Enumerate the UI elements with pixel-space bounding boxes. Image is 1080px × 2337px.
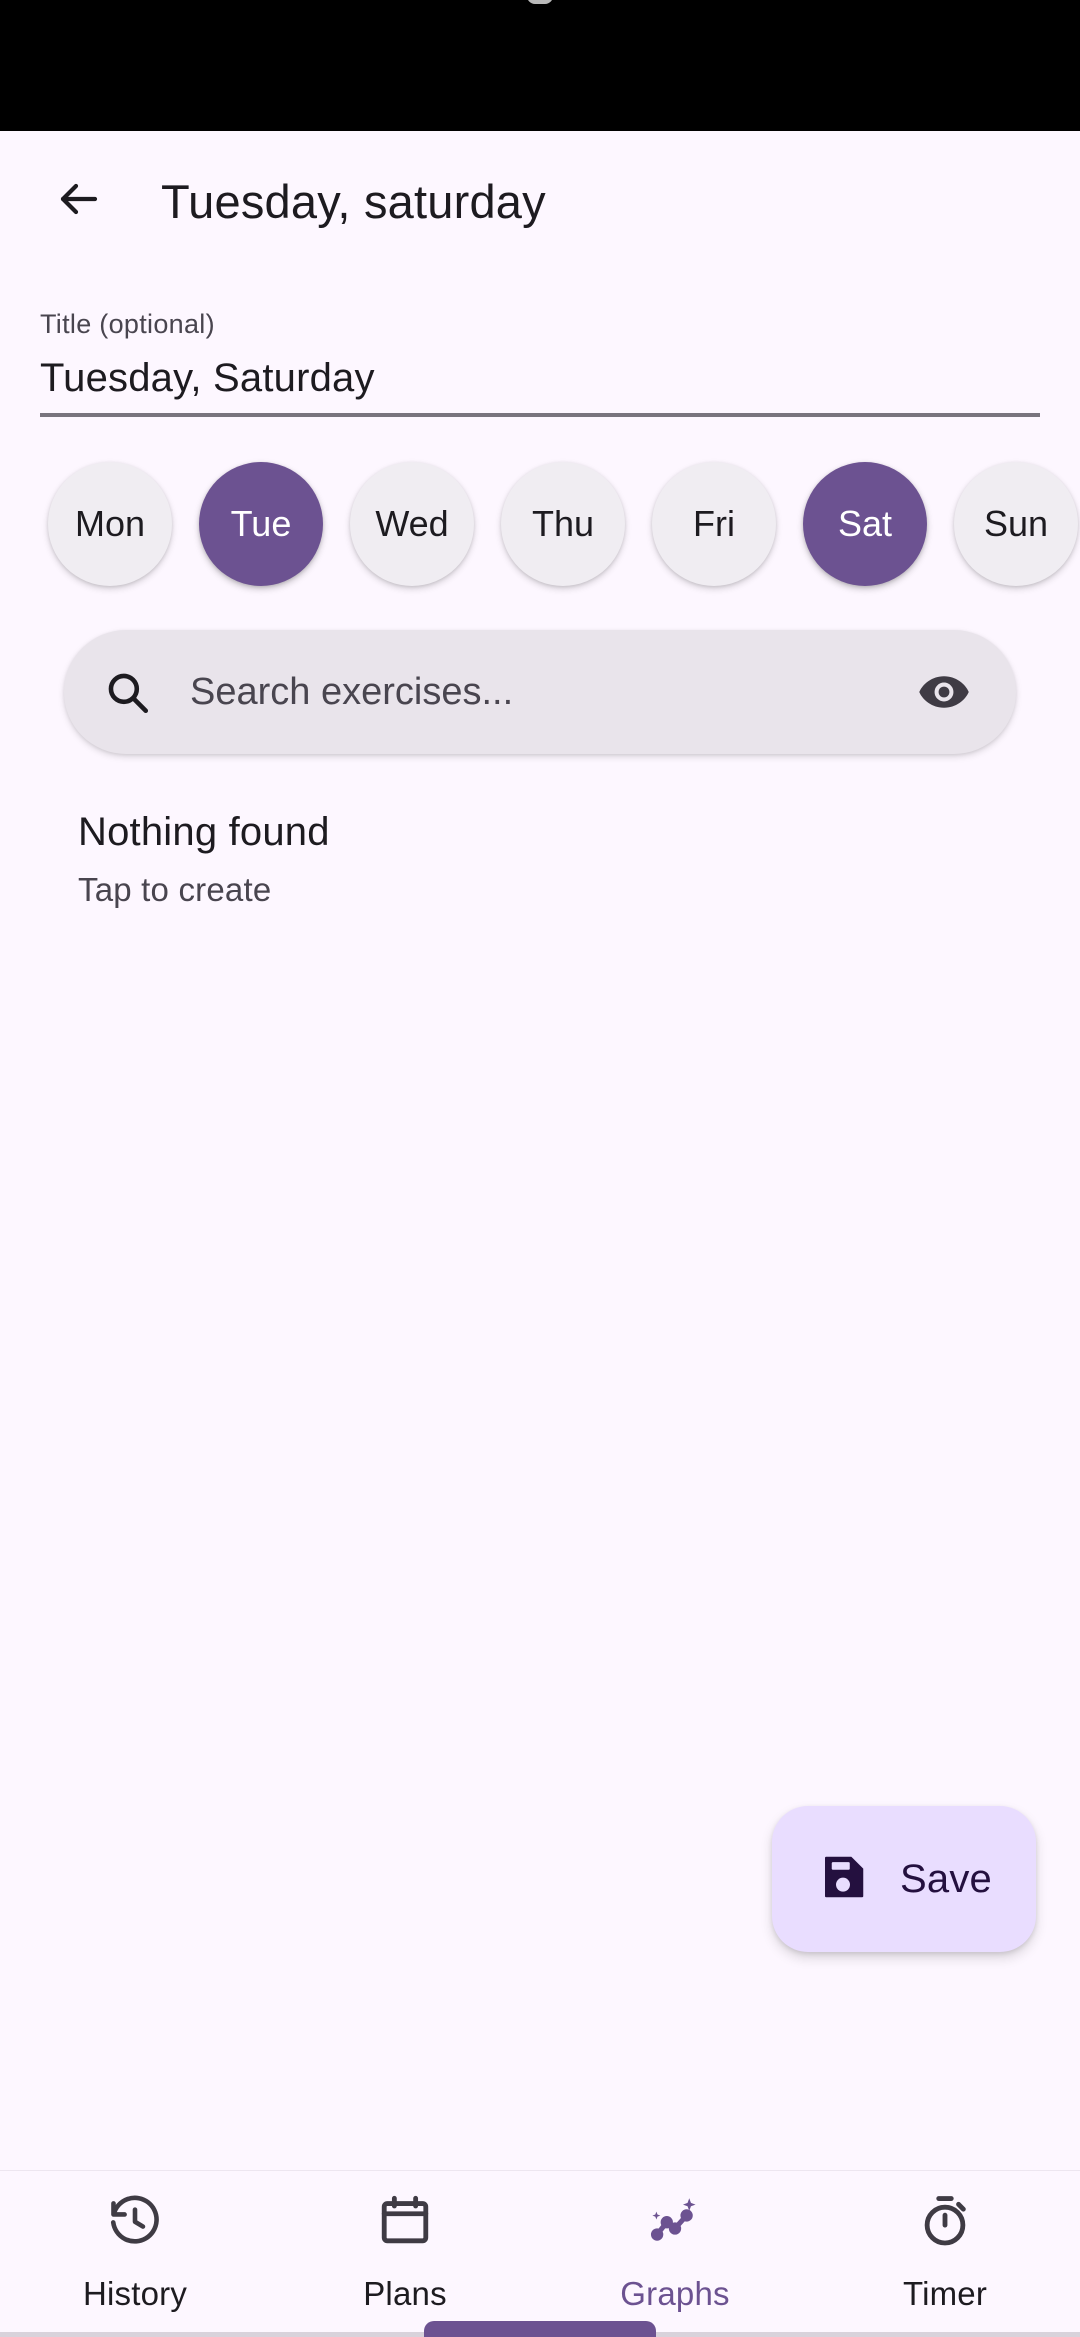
day-chip-wed[interactable]: Wed [350, 462, 474, 586]
bottom-navigation: History Plans Graphs Timer [0, 2170, 1080, 2337]
search-input[interactable] [190, 670, 912, 714]
save-button[interactable]: Save [772, 1806, 1036, 1952]
stopwatch-icon [915, 2191, 975, 2251]
camera-cutout-icon [527, 0, 553, 4]
nav-item-history[interactable]: History [0, 2171, 270, 2337]
app-bar: Tuesday, saturday [0, 131, 1080, 271]
search-icon [102, 667, 152, 717]
eye-icon[interactable] [912, 660, 976, 724]
nav-item-timer[interactable]: Timer [810, 2171, 1080, 2337]
day-chip-label: Mon [74, 503, 146, 544]
search-bar[interactable] [64, 630, 1016, 754]
nav-label-history: History [82, 2275, 188, 2312]
calendar-icon [375, 2191, 435, 2251]
search-section [0, 586, 1080, 754]
title-text-field[interactable]: Title (optional) Tuesday, Saturday [40, 309, 1040, 417]
day-chip-label: Wed [375, 503, 449, 544]
title-field-value[interactable]: Tuesday, Saturday [40, 356, 1040, 401]
empty-state-subtitle: Tap to create [78, 871, 272, 908]
page-title: Tuesday, saturday [161, 174, 546, 228]
empty-state-create-item[interactable]: Nothing found Tap to create [78, 810, 1002, 909]
nav-label-timer: Timer [902, 2275, 988, 2312]
exercise-results-list: Nothing found Tap to create Save [0, 754, 1080, 2170]
insights-chart-icon [645, 2191, 705, 2251]
title-field-label: Title (optional) [40, 309, 215, 339]
arrow-left-icon [55, 175, 103, 228]
day-chip-label: Sun [983, 503, 1049, 544]
day-chip-mon[interactable]: Mon [48, 462, 172, 586]
day-chip-sun[interactable]: Sun [954, 462, 1078, 586]
day-chip-label: Tue [230, 503, 292, 544]
weekday-selector: Mon Tue Wed Thu Fri Sat Sun [0, 417, 1080, 586]
floppy-disk-save-icon [816, 1850, 870, 1909]
day-chip-label: Fri [693, 503, 735, 544]
home-indicator[interactable] [424, 2321, 656, 2337]
history-clock-icon [105, 2191, 165, 2251]
day-chip-label: Sat [837, 503, 893, 544]
status-bar [0, 0, 1080, 131]
day-chip-label: Thu [531, 503, 595, 544]
day-chip-sat[interactable]: Sat [803, 462, 927, 586]
nav-label-graphs: Graphs [620, 2275, 730, 2312]
day-chip-thu[interactable]: Thu [501, 462, 625, 586]
app-screen: Tuesday, saturday Title (optional) Tuesd… [0, 0, 1080, 2337]
day-chip-fri[interactable]: Fri [652, 462, 776, 586]
nav-label-plans: Plans [363, 2275, 447, 2312]
nav-item-plans[interactable]: Plans [270, 2171, 540, 2337]
save-button-label: Save [900, 1856, 992, 1901]
empty-state-title: Nothing found [78, 810, 330, 854]
nav-item-graphs[interactable]: Graphs [540, 2171, 810, 2337]
day-chip-tue[interactable]: Tue [199, 462, 323, 586]
back-button[interactable] [40, 162, 118, 240]
